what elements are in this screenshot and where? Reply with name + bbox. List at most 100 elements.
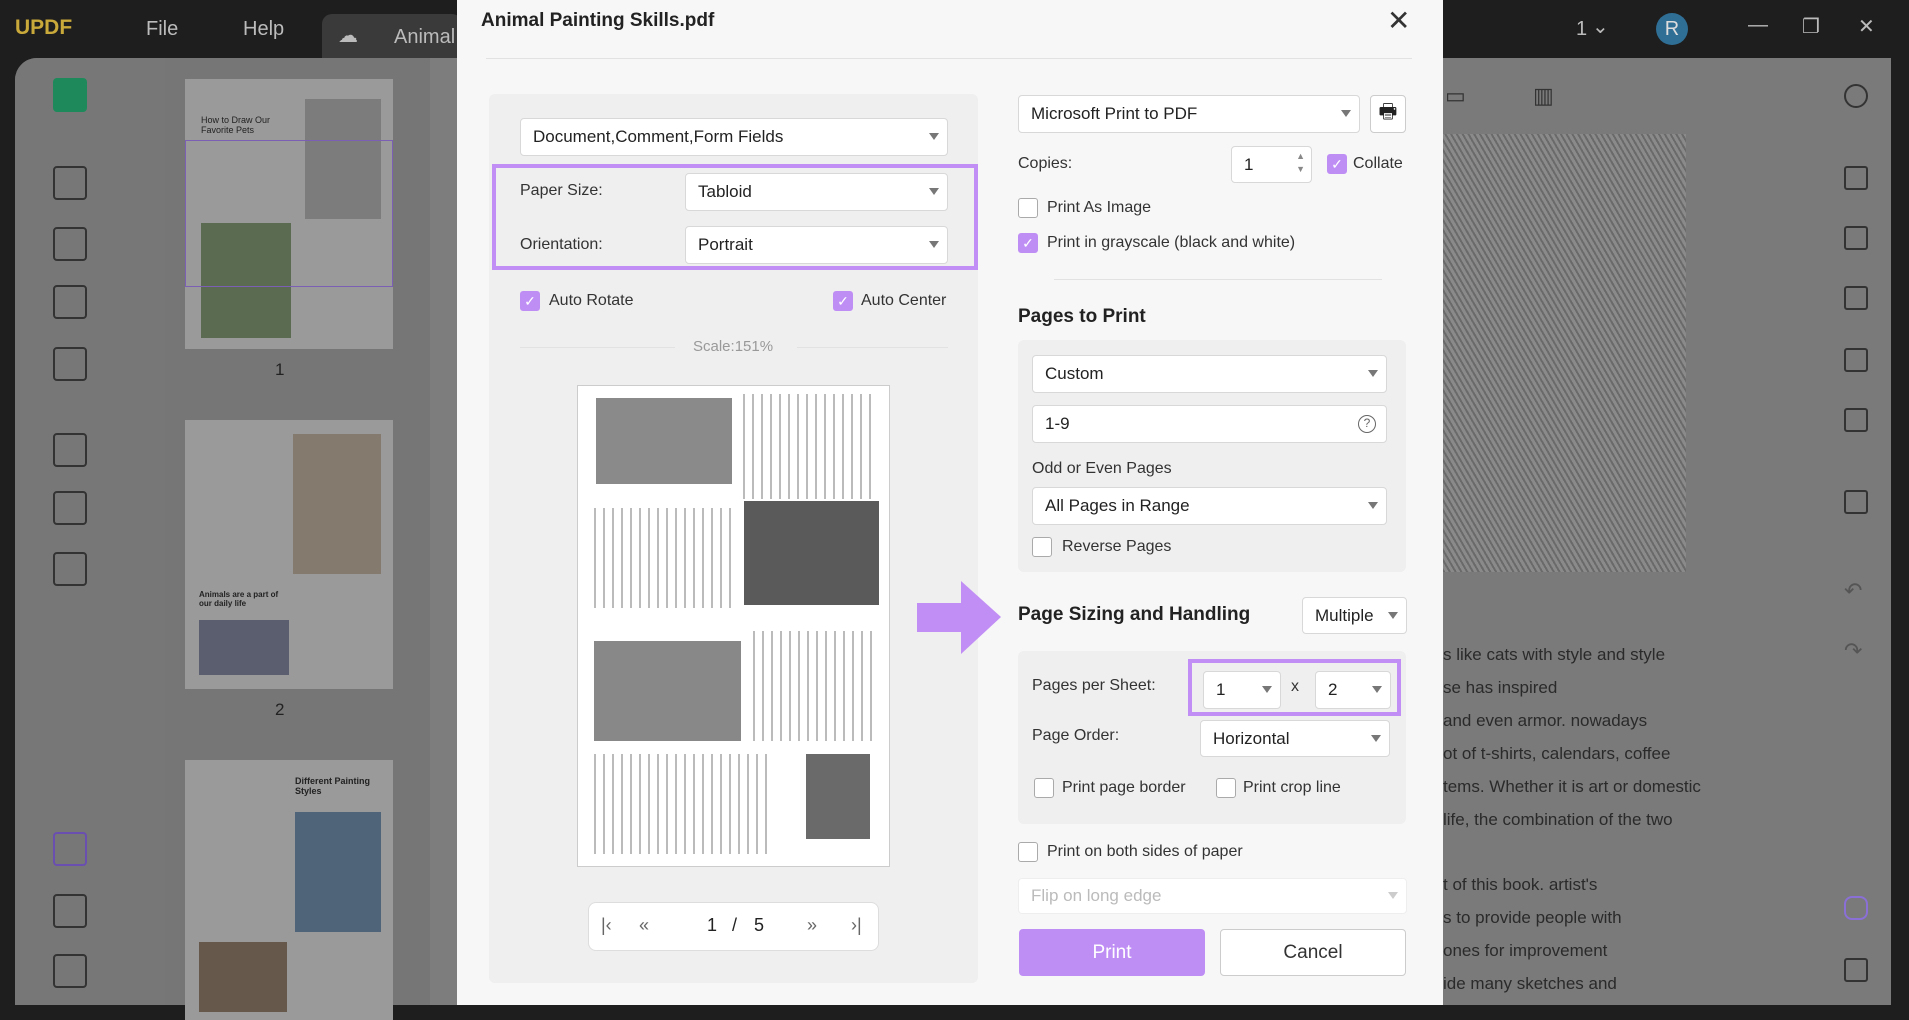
organize-icon[interactable] <box>53 433 87 467</box>
reverse-pages-checkbox[interactable] <box>1032 537 1052 557</box>
thumbnail-heading: How to Draw Our Favorite Pets <box>201 115 271 135</box>
restore-icon[interactable]: ❐ <box>1802 14 1820 39</box>
menu-help[interactable]: Help <box>243 18 284 41</box>
grayscale-checkbox[interactable]: ✓ <box>1018 233 1038 253</box>
reader-icon[interactable] <box>53 78 87 112</box>
text-line: ide many sketches and <box>1443 974 1617 993</box>
cancel-button[interactable]: Cancel <box>1220 929 1406 976</box>
page-separator: / <box>732 915 738 935</box>
page-order-select[interactable]: Horizontal <box>1200 720 1390 757</box>
pages-per-sheet-rows-select[interactable]: 2 <box>1315 671 1391 709</box>
printer-properties-button[interactable]: 🖶 <box>1370 95 1406 133</box>
auto-center-label: Auto Center <box>861 292 947 309</box>
share-icon[interactable] <box>1844 348 1868 372</box>
flip-value: Flip on long edge <box>1031 886 1162 905</box>
convert-icon[interactable] <box>1844 226 1868 250</box>
preview-text <box>594 508 732 608</box>
help-icon[interactable]: ? <box>1358 415 1376 433</box>
thumbnail-panel: How to Draw Our Favorite Pets 1 Animals … <box>165 58 430 1020</box>
print-button[interactable]: Print <box>1019 929 1205 976</box>
print-crop-line-label: Print crop line <box>1243 779 1341 796</box>
orientation-select[interactable]: Portrait <box>685 226 948 264</box>
print-page-border-checkbox[interactable] <box>1034 778 1054 798</box>
presentation-icon[interactable]: ▭ <box>1445 83 1466 109</box>
odd-even-select[interactable]: All Pages in Range <box>1032 487 1387 525</box>
thumbnail-page-3[interactable]: Different Painting Styles <box>185 760 393 1020</box>
page-range-input[interactable]: 1-9? <box>1032 405 1387 443</box>
last-page-icon[interactable]: ›| <box>851 915 862 936</box>
search-icon[interactable] <box>1844 84 1868 108</box>
preview-text <box>753 631 873 741</box>
page-number: 2 <box>275 700 285 719</box>
right-toolbar: ↶ ↷ <box>1818 58 1891 1005</box>
email-icon[interactable] <box>1844 408 1868 432</box>
undo-icon[interactable]: ↶ <box>1844 578 1862 604</box>
both-sides-label: Print on both sides of paper <box>1047 843 1243 860</box>
preview-image <box>806 754 870 839</box>
two-page-icon[interactable]: ▥ <box>1533 83 1554 109</box>
cols-value: 1 <box>1216 680 1226 699</box>
range-mode-value: Custom <box>1045 364 1104 383</box>
bookmark-icon[interactable] <box>53 894 87 928</box>
page-sizing-heading: Page Sizing and Handling <box>1018 604 1251 625</box>
printer-value: Microsoft Print to PDF <box>1031 104 1198 123</box>
text-line: tems. Whether it is art or domestic <box>1443 777 1701 796</box>
comment-icon[interactable] <box>1844 958 1868 982</box>
page-sizing-mode-select[interactable]: Multiple <box>1302 597 1407 634</box>
both-sides-checkbox[interactable] <box>1018 842 1038 862</box>
first-page-icon[interactable]: |‹ <box>601 915 612 936</box>
document-tab[interactable]: ☁ Animal <box>322 14 462 58</box>
print-crop-line-checkbox[interactable] <box>1216 778 1236 798</box>
redo-icon[interactable]: ↷ <box>1844 638 1862 664</box>
ocr-icon[interactable] <box>1844 166 1868 190</box>
attachment-icon[interactable] <box>53 954 87 988</box>
odd-even-label: Odd or Even Pages <box>1032 460 1172 477</box>
protect-icon[interactable] <box>1844 286 1868 310</box>
edit-icon[interactable] <box>53 227 87 261</box>
collate-checkbox[interactable]: ✓ <box>1327 154 1347 174</box>
odd-even-value: All Pages in Range <box>1045 496 1190 515</box>
print-as-image-checkbox[interactable] <box>1018 198 1038 218</box>
paper-size-select[interactable]: Tabloid <box>685 173 948 211</box>
paper-size-value: Tabloid <box>698 182 752 201</box>
layers-icon[interactable] <box>53 832 87 866</box>
left-toolbar <box>15 58 165 1005</box>
orientation-value: Portrait <box>698 235 753 254</box>
preview-image <box>594 641 741 741</box>
minimize-icon[interactable]: — <box>1748 14 1768 37</box>
cloud-icon: ☁ <box>338 25 358 47</box>
crop-icon[interactable] <box>53 491 87 525</box>
fill-sign-icon[interactable] <box>53 347 87 381</box>
next-page-icon[interactable]: » <box>807 915 817 936</box>
content-select[interactable]: Document,Comment,Form Fields <box>520 118 948 156</box>
flip-select[interactable]: Flip on long edge <box>1018 878 1407 914</box>
thumbnail-page-1[interactable]: How to Draw Our Favorite Pets <box>185 79 393 349</box>
times-label: x <box>1291 678 1299 695</box>
compress-icon[interactable] <box>53 552 87 586</box>
current-page-input[interactable]: 1 <box>707 915 717 936</box>
close-icon[interactable]: ✕ <box>1387 4 1410 37</box>
previous-page-icon[interactable]: « <box>639 915 649 936</box>
form-icon[interactable] <box>53 285 87 319</box>
menu-file[interactable]: File <box>146 18 178 41</box>
auto-center-checkbox[interactable]: ✓ <box>833 291 853 311</box>
print-preview-page <box>577 385 890 867</box>
copies-stepper[interactable]: 1 ▲ ▼ <box>1231 146 1312 183</box>
page-range-mode-select[interactable]: Custom <box>1032 355 1387 393</box>
save-icon[interactable] <box>1844 490 1868 514</box>
printer-select[interactable]: Microsoft Print to PDF <box>1018 95 1360 133</box>
window-close-icon[interactable]: ✕ <box>1858 14 1875 39</box>
thumbnail-page-2[interactable]: Animals are a part of our daily life <box>185 420 393 689</box>
ai-assistant-icon[interactable] <box>1844 896 1868 920</box>
print-as-image-label: Print As Image <box>1047 199 1152 216</box>
divider <box>797 347 948 348</box>
divider <box>486 58 1412 59</box>
highlighter-icon[interactable] <box>53 166 87 200</box>
pages-per-sheet-cols-select[interactable]: 1 <box>1203 671 1281 709</box>
chevron-down-icon[interactable]: ⌄ <box>1592 14 1609 39</box>
avatar[interactable]: R <box>1656 13 1688 45</box>
pages-per-sheet-label: Pages per Sheet: <box>1032 677 1156 694</box>
updf-logo: UPDF <box>15 16 73 39</box>
auto-rotate-checkbox[interactable]: ✓ <box>520 291 540 311</box>
page-indicator[interactable]: 1 <box>1576 18 1587 41</box>
